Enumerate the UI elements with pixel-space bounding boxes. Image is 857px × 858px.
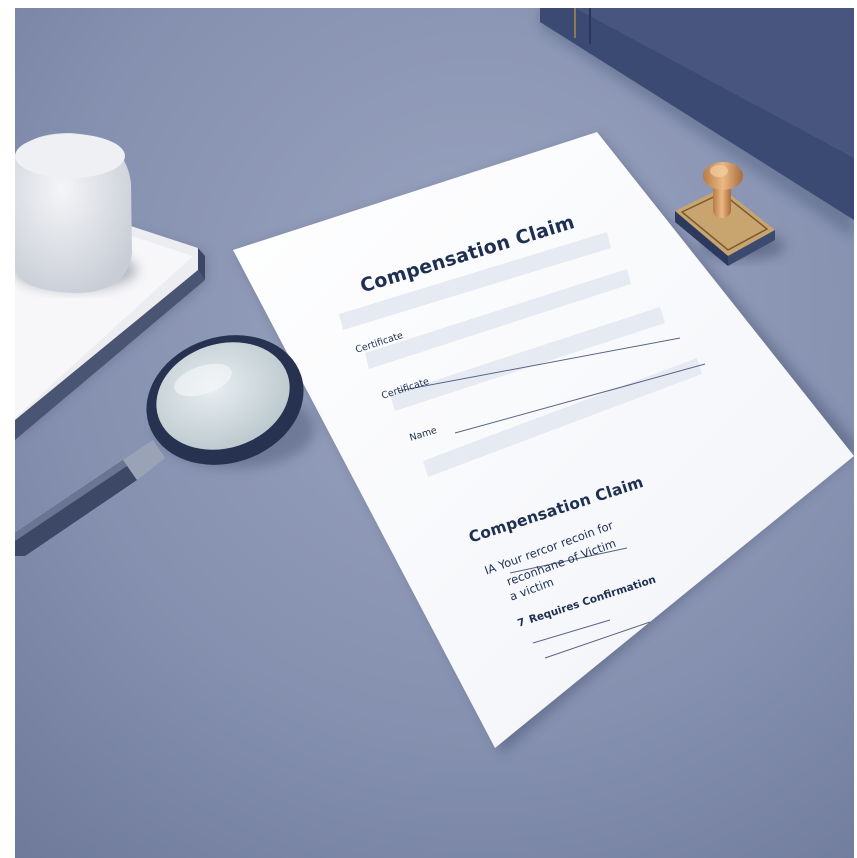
ceramic-cup [15,133,137,293]
photo-scene: Compensation Claim Certificate Certifica… [15,8,854,858]
